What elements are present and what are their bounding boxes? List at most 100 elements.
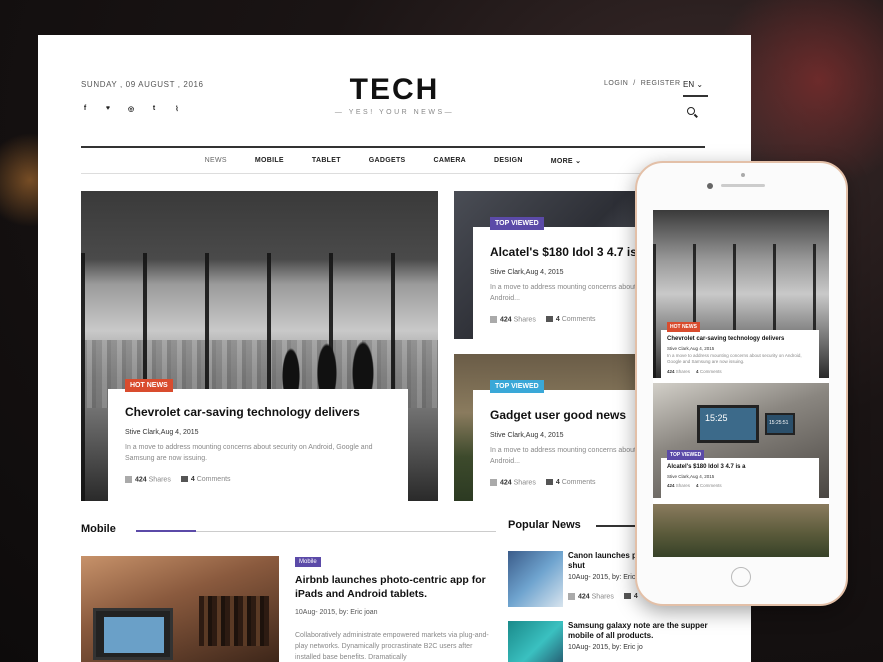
popular-item-title[interactable]: Samsung galaxy note are the supper mobil…: [568, 621, 708, 641]
comments-count: 4: [555, 479, 560, 487]
comments-label: Comments: [699, 483, 722, 488]
laptop-graphic: [93, 608, 173, 660]
chevron-down-icon: ⌄: [696, 80, 704, 89]
comments-count: 4: [696, 369, 699, 374]
hot-news-badge[interactable]: HOT NEWS: [125, 379, 173, 392]
mobile-category-tag[interactable]: Mobile: [295, 557, 321, 567]
language-selector[interactable]: EN ⌄: [683, 80, 708, 97]
comments-label: Comments: [699, 369, 722, 374]
nav-item-mobile[interactable]: MOBILE: [255, 157, 284, 164]
phone-article-3-image: [653, 504, 829, 557]
comments-stat[interactable]: 4 Comments: [545, 479, 596, 487]
hot-news-badge[interactable]: HOT NEWS: [667, 322, 700, 332]
register-link[interactable]: REGISTER: [641, 80, 681, 87]
phone-article-1-excerpt: In a move to address mounting concerns a…: [667, 353, 802, 364]
hero-meta: Stive Clark,Aug 4, 2015: [125, 429, 199, 436]
comment-icon: [623, 593, 631, 600]
auth-links: LOGIN / REGISTER: [604, 80, 681, 87]
search-icon[interactable]: [687, 107, 695, 115]
comment-icon: [180, 476, 188, 483]
top-viewed-badge[interactable]: TOP VIEWED: [490, 217, 544, 230]
shares-count: 424: [500, 479, 512, 487]
popular-item-thumbnail: [508, 621, 563, 662]
comments-label: Comments: [561, 479, 596, 487]
comments-stat[interactable]: 4 Comments: [696, 369, 722, 374]
hero-stats: 424 Shares 4 Comments: [125, 476, 394, 483]
nav-item-tablet[interactable]: TABLET: [312, 157, 341, 164]
hero-title[interactable]: Chevrolet car-saving technology delivers: [125, 405, 394, 419]
monitor-graphic: [697, 405, 759, 443]
phone-sensor: [741, 173, 745, 177]
hero-article[interactable]: HOT NEWS Chevrolet car-saving technology…: [81, 191, 438, 501]
comment-icon: [545, 316, 553, 323]
language-label: EN: [683, 80, 695, 89]
header: SUNDAY , 09 AUGUST , 2016 f ♥ ◎ t ⌇ TECH…: [38, 35, 751, 145]
shares-label: Shares: [148, 476, 171, 484]
bookshelf-graphic: [199, 596, 269, 646]
share-icon: [125, 476, 132, 483]
nav-item-camera[interactable]: CAMERA: [434, 157, 467, 164]
shares-count: 424: [578, 593, 590, 601]
top-viewed-badge[interactable]: TOP VIEWED: [667, 450, 705, 460]
popular-section-heading: Popular News: [508, 519, 581, 531]
mobile-article-meta: 10Aug- 2015, by: Eric joan: [295, 609, 378, 616]
phone-article-2-meta: Stive Clark,Aug 4, 2015: [667, 474, 715, 479]
comments-count: 4: [190, 476, 195, 484]
nav-item-gadgets[interactable]: GADGETS: [369, 157, 406, 164]
phone-speaker: [721, 184, 765, 187]
mobile-section-heading: Mobile: [81, 523, 116, 535]
popular-item[interactable]: Samsung galaxy note are the supper mobil…: [508, 621, 708, 662]
shares-stat[interactable]: 424 Shares: [490, 316, 536, 323]
comment-icon: [545, 479, 553, 486]
nav-more-label: MORE: [550, 157, 573, 165]
shares-stat[interactable]: 424 Shares: [667, 369, 690, 374]
mobile-section-divider: [136, 530, 496, 532]
nav-item-more[interactable]: MORE ⌄: [551, 157, 582, 165]
hero-excerpt: In a move to address mounting concerns a…: [125, 444, 373, 462]
top-viewed-badge[interactable]: TOP VIEWED: [490, 380, 544, 393]
shares-count: 424: [667, 369, 675, 374]
phone-camera: [707, 183, 713, 189]
phone-article-3[interactable]: [653, 504, 829, 557]
hero-card: HOT NEWS Chevrolet car-saving technology…: [108, 379, 408, 501]
phone-home-button[interactable]: [731, 567, 751, 587]
shares-stat[interactable]: 424 Shares: [568, 593, 614, 600]
phone-article-1-card: HOT NEWS Chevrolet car-saving technology…: [661, 322, 819, 378]
phone-article-2[interactable]: 15:25 15:25:51 TOP VIEWED Alcatel's $180…: [653, 383, 829, 498]
share-icon: [568, 593, 575, 600]
shares-stat[interactable]: 424 Shares: [667, 483, 690, 488]
comments-count: 4: [555, 316, 560, 324]
nav-item-design[interactable]: DESIGN: [494, 157, 523, 164]
mobile-article-image[interactable]: [81, 556, 279, 662]
shares-label: Shares: [675, 483, 691, 488]
phone-article-1-title[interactable]: Chevrolet car-saving technology delivers: [667, 336, 813, 342]
popular-item-thumbnail: [508, 551, 563, 607]
logo-tagline: YES! YOUR NEWS: [38, 109, 751, 116]
auth-separator: /: [633, 80, 636, 87]
monitor-clock-small: 15:25:51: [769, 420, 789, 426]
main-navigation: NEWS MOBILE TABLET GADGETS CAMERA DESIGN…: [81, 146, 705, 174]
phone-article-1[interactable]: HOT NEWS Chevrolet car-saving technology…: [653, 210, 829, 378]
comments-stat[interactable]: 4 Comments: [696, 483, 722, 488]
shares-stat[interactable]: 424 Shares: [125, 476, 171, 483]
phone-screen: HOT NEWS Chevrolet car-saving technology…: [653, 210, 829, 557]
comments-stat[interactable]: 4 Comments: [545, 316, 596, 324]
phone-article-1-stats: 424 Shares 4 Comments: [667, 369, 813, 374]
comments-stat[interactable]: 4 Comments: [180, 476, 231, 484]
shares-label: Shares: [513, 316, 536, 324]
phone-article-2-card: TOP VIEWED Alcatel's $180 Idol 3 4.7 is …: [661, 450, 819, 498]
phone-article-1-meta: Stive Clark,Aug 4, 2015: [667, 346, 715, 351]
comments-count: 4: [633, 593, 638, 600]
share-icon: [490, 479, 497, 486]
comments-stat[interactable]: 4: [623, 593, 638, 600]
popular-item-stats: 424 Shares 4: [568, 593, 638, 600]
phone-article-2-stats: 424 Shares 4 Comments: [667, 483, 813, 488]
phone-article-2-title[interactable]: Alcatel's $180 Idol 3 4.7 is a: [667, 464, 813, 470]
shares-label: Shares: [591, 593, 614, 601]
shares-stat[interactable]: 424 Shares: [490, 479, 536, 486]
login-link[interactable]: LOGIN: [604, 80, 628, 87]
shares-count: 424: [135, 476, 147, 484]
comments-count: 4: [696, 483, 699, 488]
mobile-article-title[interactable]: Airbnb launches photo-centric app for iP…: [295, 573, 495, 601]
nav-item-news[interactable]: NEWS: [205, 157, 227, 164]
